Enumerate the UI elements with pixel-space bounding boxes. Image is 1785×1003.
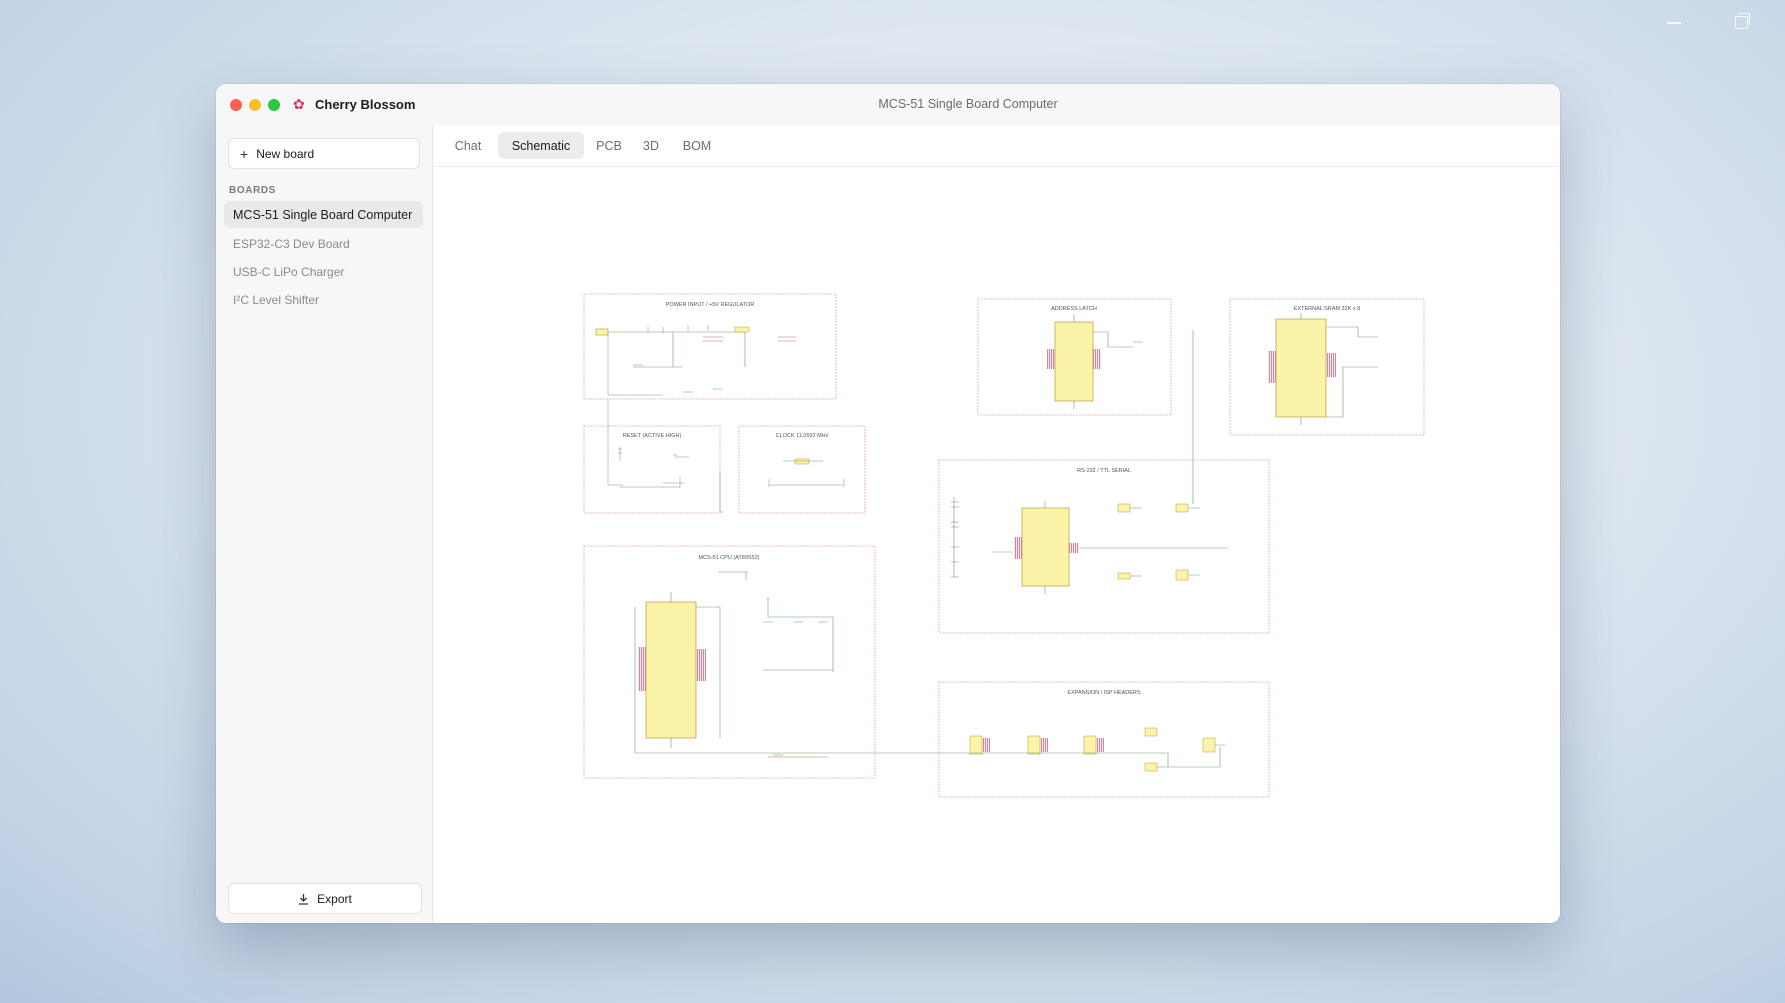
- tab-schematic[interactable]: Schematic: [498, 132, 584, 159]
- tab-chat[interactable]: Chat: [447, 132, 489, 159]
- board-item-label: MCS-51 Single Board Computer: [233, 207, 413, 222]
- board-item-mcs51[interactable]: MCS-51 Single Board Computer: [224, 201, 423, 228]
- export-label: Export: [317, 891, 352, 906]
- app-window: ✿ Cherry Blossom MCS-51 Single Board Com…: [216, 84, 1560, 923]
- block-title-clock: CLOCK 11.0592 MHz: [776, 433, 829, 439]
- schematic-canvas[interactable]: POWER INPUT / +5V REGULATOR ADDRESS LATC…: [433, 167, 1560, 923]
- tab-bar: Chat Schematic PCB 3D BOM: [433, 125, 1560, 167]
- schematic-block-expansion: EXPANSION / ISP HEADERS: [918, 681, 1270, 798]
- sidebar: + New board BOARDS MCS-51 Single Board C…: [216, 125, 433, 923]
- board-item-esp32[interactable]: ESP32-C3 Dev Board: [224, 230, 423, 257]
- new-board-button[interactable]: + New board: [228, 138, 420, 169]
- board-item-usbc-charger[interactable]: USB-C LiPo Charger: [224, 258, 423, 285]
- schematic-block-sram: EXTERNAL SRAM 32K x 8: [1229, 298, 1425, 436]
- title-bar: ✿ Cherry Blossom MCS-51 Single Board Com…: [216, 84, 1560, 126]
- board-item-level-shifter[interactable]: I²C Level Shifter: [224, 286, 423, 313]
- schematic-block-serial: RS-232 / TTL SERIAL: [938, 330, 1270, 634]
- tab-bom[interactable]: BOM: [675, 132, 719, 159]
- tab-pcb[interactable]: PCB: [591, 132, 627, 159]
- schematic-block-reset: RESET (ACTIVE HIGH): [583, 399, 723, 514]
- schematic-block-cpu: MCS-51 CPU (AT89S52): [583, 545, 918, 779]
- plus-icon: +: [240, 145, 249, 162]
- desktop-minimize-icon[interactable]: [1667, 22, 1681, 24]
- schematic-block-power: POWER INPUT / +5V REGULATOR: [583, 293, 837, 400]
- schematic-block-clock: CLOCK 11.0592 MHz: [738, 425, 866, 514]
- block-title-serial: RS-232 / TTL SERIAL: [1077, 468, 1131, 474]
- download-icon: [299, 893, 309, 905]
- window-title: MCS-51 Single Board Computer: [878, 97, 1058, 111]
- block-title-expansion: EXPANSION / ISP HEADERS: [1067, 690, 1140, 696]
- board-item-label: USB-C LiPo Charger: [233, 264, 345, 279]
- desktop-restore-icon[interactable]: [1735, 13, 1750, 29]
- new-board-label: New board: [256, 146, 315, 161]
- schematic-drawing: POWER INPUT / +5V REGULATOR ADDRESS LATC…: [583, 293, 1425, 798]
- block-title-power: POWER INPUT / +5V REGULATOR: [666, 302, 755, 308]
- block-title-cpu: MCS-51 CPU (AT89S52): [698, 555, 759, 561]
- board-item-label: ESP32-C3 Dev Board: [233, 236, 350, 251]
- board-item-label: I²C Level Shifter: [233, 292, 320, 307]
- block-title-address-latch: ADDRESS LATCH: [1051, 306, 1097, 312]
- block-title-reset: RESET (ACTIVE HIGH): [623, 433, 682, 439]
- export-button[interactable]: Export: [228, 883, 422, 914]
- block-title-sram: EXTERNAL SRAM 32K x 8: [1294, 306, 1360, 312]
- tab-3d[interactable]: 3D: [635, 132, 667, 159]
- boards-section-label: BOARDS: [229, 185, 276, 196]
- main-panel: Chat Schematic PCB 3D BOM POWER INPUT / …: [433, 125, 1560, 923]
- schematic-block-address-latch: ADDRESS LATCH: [977, 298, 1172, 416]
